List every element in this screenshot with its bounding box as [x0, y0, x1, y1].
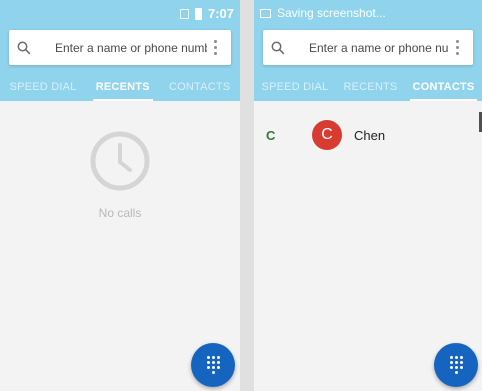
more-vert-icon[interactable]	[207, 38, 223, 58]
tab-recents[interactable]: RECENTS	[340, 72, 400, 101]
empty-state-message: No calls	[98, 206, 142, 220]
search-icon[interactable]	[17, 41, 47, 55]
contacts-list: C C Chen	[254, 118, 482, 152]
tab-bar: SPEED DIAL RECENTS CONTACTS	[254, 72, 482, 101]
recents-screen: 7:07 Enter a name or phone number SPEED …	[0, 0, 240, 391]
search-input[interactable]: Enter a name or phone number	[9, 30, 231, 65]
status-bar: Saving screenshot...	[254, 0, 482, 27]
screenshot-icon	[260, 8, 271, 18]
search-input[interactable]: Enter a name or phone number	[263, 30, 473, 65]
notification-text: Saving screenshot...	[277, 6, 386, 20]
dialpad-icon	[206, 356, 220, 374]
status-bar: 7:07	[0, 0, 240, 27]
search-icon[interactable]	[271, 41, 301, 55]
dialpad-button[interactable]	[434, 343, 478, 387]
tab-bar: SPEED DIAL RECENTS CONTACTS	[0, 72, 240, 101]
tab-contacts[interactable]: CONTACTS	[166, 72, 233, 101]
app-header: 7:07 Enter a name or phone number SPEED …	[0, 0, 240, 101]
search-placeholder: Enter a name or phone number	[309, 40, 449, 55]
tab-speed-dial[interactable]: SPEED DIAL	[7, 72, 80, 101]
status-time: 7:07	[207, 6, 234, 21]
contacts-screen: Saving screenshot... Enter a name or pho…	[254, 0, 482, 391]
sim-icon	[179, 8, 189, 19]
comparison-stage: 7:07 Enter a name or phone number SPEED …	[0, 0, 482, 391]
section-header: C	[266, 127, 276, 143]
contact-name: Chen	[354, 127, 386, 143]
dialpad-icon	[449, 356, 463, 374]
tab-recents[interactable]: RECENTS	[92, 72, 153, 101]
status-icons: 7:07	[179, 6, 234, 21]
app-header: Saving screenshot... Enter a name or pho…	[254, 0, 482, 101]
tab-contacts[interactable]: CONTACTS	[409, 72, 478, 101]
clock-icon	[90, 131, 150, 191]
search-placeholder: Enter a name or phone number	[55, 40, 207, 55]
notification-area: Saving screenshot...	[260, 6, 386, 20]
list-item[interactable]: C C Chen	[254, 118, 482, 152]
more-vert-icon[interactable]	[449, 38, 465, 58]
dialpad-button[interactable]	[191, 343, 235, 387]
avatar[interactable]: C	[312, 120, 342, 150]
empty-state: No calls	[0, 130, 240, 220]
battery-icon	[194, 7, 202, 20]
tab-speed-dial[interactable]: SPEED DIAL	[259, 72, 332, 101]
